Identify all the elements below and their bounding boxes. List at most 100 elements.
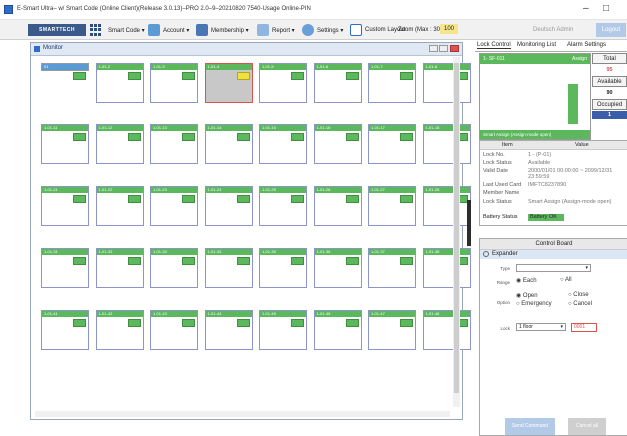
option-cancel-radio[interactable]: ○ Cancel: [568, 301, 592, 307]
locker-cell-label: 1-01-32: [96, 249, 143, 255]
locker-cell[interactable]: 1-01-45: [259, 310, 307, 350]
locker-cell[interactable]: 1-01-27: [368, 186, 416, 226]
locker-status-indicator: [236, 319, 250, 327]
locker-cell[interactable]: 1-01-24: [204, 186, 253, 226]
scroll-thumb[interactable]: [454, 63, 459, 393]
panel-splitter[interactable]: [467, 200, 471, 246]
locker-cell[interactable]: 1-01-44: [204, 310, 253, 350]
locker-cell[interactable]: 1-01-3: [150, 63, 198, 103]
range-label: Range: [496, 280, 510, 285]
locker-cell[interactable]: 1-01-41: [41, 310, 89, 350]
locker-cell[interactable]: 1-01-4: [204, 63, 253, 103]
locker-cell[interactable]: 1-01-32: [95, 248, 144, 288]
report-menu[interactable]: Report ▾: [257, 24, 295, 36]
monitor-maximize-button[interactable]: [439, 45, 448, 52]
available-value: 90: [606, 90, 613, 96]
locker-cell[interactable]: 1-01-33: [150, 248, 198, 288]
range-all-radio[interactable]: ○ All: [560, 277, 572, 283]
expander-toggle[interactable]: Expander: [480, 250, 627, 259]
locker-cell[interactable]: 1-01-43: [150, 310, 198, 350]
info-header: Item Value: [480, 141, 627, 150]
locker-cell[interactable]: 1-01-13: [150, 124, 198, 164]
locker-cell[interactable]: 1-01-25: [259, 186, 307, 226]
title-bar: E-Smart Ultra– w/ Smart Code (Online Cli…: [0, 0, 627, 20]
maximize-button[interactable]: □: [603, 3, 609, 14]
locker-cell[interactable]: 1-01-22: [95, 186, 144, 226]
locker-cell[interactable]: 1-01-12: [95, 124, 144, 164]
horizontal-scrollbar[interactable]: [35, 411, 450, 417]
monitor-minimize-button[interactable]: [429, 45, 438, 52]
account-menu[interactable]: Account ▾: [148, 24, 189, 36]
locker-cell[interactable]: 1-01-37: [368, 248, 416, 288]
vertical-scrollbar[interactable]: [453, 57, 460, 407]
info-header-item: Item: [502, 142, 513, 148]
locker-cell[interactable]: 1-01-2: [95, 63, 144, 103]
command-input[interactable]: 0001: [571, 323, 597, 332]
range-all-label: All: [564, 277, 572, 283]
membership-menu[interactable]: Membership ▾: [196, 24, 249, 36]
tab-lock-control[interactable]: Lock Control: [477, 42, 511, 49]
locker-status-indicator: [127, 257, 141, 265]
locker-cell[interactable]: 1-01-18: [422, 124, 471, 164]
locker-cell[interactable]: 1-01-6: [313, 63, 362, 103]
locker-cell-label: 1-01-2: [96, 64, 143, 70]
option-label: Option: [496, 300, 510, 305]
locker-cell[interactable]: 1-01-38: [422, 248, 471, 288]
locker-cell-label: 1-01-26: [314, 187, 361, 193]
locker-cell[interactable]: 1-01-17: [368, 124, 416, 164]
control-board-title: Control Board: [480, 239, 627, 250]
locker-cell[interactable]: 1-01-47: [368, 310, 416, 350]
range-each-label: Each: [522, 278, 537, 284]
locker-cell[interactable]: 1-01-26: [313, 186, 362, 226]
locker-cell[interactable]: 1-01-34: [204, 248, 253, 288]
locker-cell[interactable]: 1-01-23: [150, 186, 198, 226]
app-icon: [4, 5, 13, 14]
locker-cell[interactable]: 1-01-5: [259, 63, 307, 103]
locker-cell[interactable]: 1-01-35: [259, 248, 307, 288]
locker-cell[interactable]: 1-01-31: [41, 248, 89, 288]
type-select[interactable]: ▾: [516, 264, 591, 272]
locker-cell[interactable]: 1-01-42: [95, 310, 144, 350]
locker-cell[interactable]: 1-01-36: [313, 248, 362, 288]
lock-select-value: 1 floor: [519, 324, 533, 330]
right-panel: Lock Control Monitoring List Alarm Setti…: [475, 40, 627, 436]
option-close-radio[interactable]: ○ Close: [568, 292, 589, 298]
tab-alarm-settings[interactable]: Alarm Settings: [567, 42, 606, 48]
collapse-icon: [483, 251, 489, 257]
locker-cell[interactable]: 1-01-48: [422, 310, 471, 350]
locker-cell[interactable]: 01: [41, 63, 89, 80]
locker-cell[interactable]: 1-01-16: [313, 124, 362, 164]
account-label: Account ▾: [163, 27, 190, 34]
chevron-down-icon: ▾: [585, 265, 588, 271]
option-open-radio[interactable]: ◉ Open: [516, 292, 538, 299]
option-close-label: Close: [573, 292, 589, 298]
locker-cell-label: 1-01-11: [42, 125, 88, 131]
monitor-close-button[interactable]: [450, 45, 459, 52]
option-cancel-label: Cancel: [573, 301, 592, 307]
locker-cell-label: 1-01-33: [151, 249, 197, 255]
locker-cell-label: 1-01-15: [260, 125, 306, 131]
option-emergency-radio[interactable]: ○ Emergency: [516, 301, 552, 307]
expander-label: Expander: [492, 251, 518, 257]
smart-code-menu[interactable]: Smart Code ▾: [108, 24, 145, 36]
locker-cell[interactable]: 1-01-28: [422, 186, 471, 226]
send-command-button[interactable]: Send Command: [505, 418, 555, 435]
zoom-value[interactable]: 100: [440, 24, 458, 34]
settings-menu[interactable]: Settings ▾: [302, 24, 343, 36]
monitor-title: Monitor: [43, 45, 64, 51]
locker-cell[interactable]: 1-01-21: [41, 186, 89, 226]
locker-cell[interactable]: 1-01-11: [41, 124, 89, 164]
locker-cell[interactable]: 1-01-14: [204, 124, 253, 164]
range-each-radio[interactable]: ◉ Each: [516, 277, 537, 284]
locker-cell[interactable]: 1-01-7: [368, 63, 416, 103]
locker-cell[interactable]: 1-01-8: [422, 63, 471, 103]
locker-cell-label: 1-01-22: [96, 187, 143, 193]
tab-monitoring-list[interactable]: Monitoring List: [517, 42, 556, 48]
logout-button[interactable]: Logout: [596, 23, 626, 37]
minimize-button[interactable]: –: [583, 3, 589, 14]
locker-status-indicator: [291, 257, 304, 265]
cancel-all-button[interactable]: Cancel all: [568, 418, 606, 435]
locker-cell[interactable]: 1-01-15: [259, 124, 307, 164]
locker-cell[interactable]: 1-01-46: [313, 310, 362, 350]
lock-select[interactable]: 1 floor ▾: [516, 323, 566, 331]
